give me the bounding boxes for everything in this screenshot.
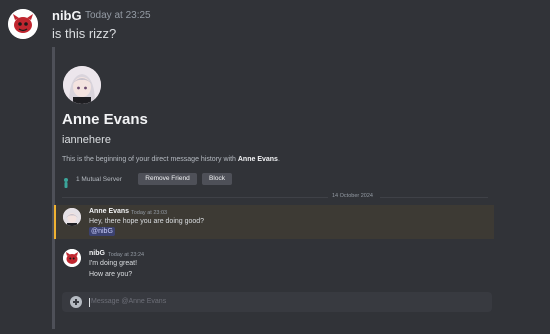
message-author[interactable]: nibG xyxy=(52,8,82,23)
message-timestamp: Today at 23:24 xyxy=(108,251,145,258)
remove-friend-button[interactable]: Remove Friend xyxy=(138,173,197,185)
date-divider-line xyxy=(380,197,488,198)
avatar[interactable] xyxy=(63,249,81,267)
intro-name: Anne Evans xyxy=(237,156,278,163)
date-divider-line xyxy=(62,197,328,198)
plus-icon[interactable] xyxy=(70,296,82,308)
message-text: is this rizz? xyxy=(52,26,117,41)
message-text: I'm doing great! xyxy=(89,260,138,267)
text-caret xyxy=(89,298,90,307)
block-button[interactable]: Block xyxy=(202,173,232,185)
mutual-servers-link[interactable]: 1 Mutual Server xyxy=(76,176,122,183)
date-divider-label: 14 October 2024 xyxy=(332,193,373,199)
intro-prefix: This is the beginning of your direct mes… xyxy=(62,156,238,163)
profile-username: iannehere xyxy=(62,134,111,146)
embedded-screenshot xyxy=(52,47,497,329)
anime-girl-avatar-icon xyxy=(63,208,81,226)
dm-intro-text: This is the beginning of your direct mes… xyxy=(62,156,280,163)
red-creature-avatar-icon xyxy=(8,9,38,39)
avatar[interactable] xyxy=(63,208,81,226)
avatar[interactable] xyxy=(8,9,38,39)
message-author[interactable]: nibG xyxy=(89,250,105,257)
message-timestamp: Today at 23:25 xyxy=(85,10,151,21)
profile-avatar[interactable] xyxy=(63,66,101,104)
anime-girl-avatar-icon xyxy=(63,66,101,104)
message-text: How are you? xyxy=(89,271,133,278)
intro-suffix: . xyxy=(277,156,280,163)
message-author[interactable]: Anne Evans xyxy=(89,208,129,215)
user-mention[interactable]: @nibG xyxy=(89,227,115,236)
message-text: Hey, there hope you are doing good? xyxy=(89,218,205,225)
mutual-server-icon xyxy=(63,175,69,188)
red-creature-avatar-icon xyxy=(63,249,81,267)
message-input-placeholder[interactable]: Message @Anne Evans xyxy=(91,298,166,305)
profile-display-name: Anne Evans xyxy=(62,111,148,128)
message-timestamp: Today at 23:03 xyxy=(131,209,168,216)
